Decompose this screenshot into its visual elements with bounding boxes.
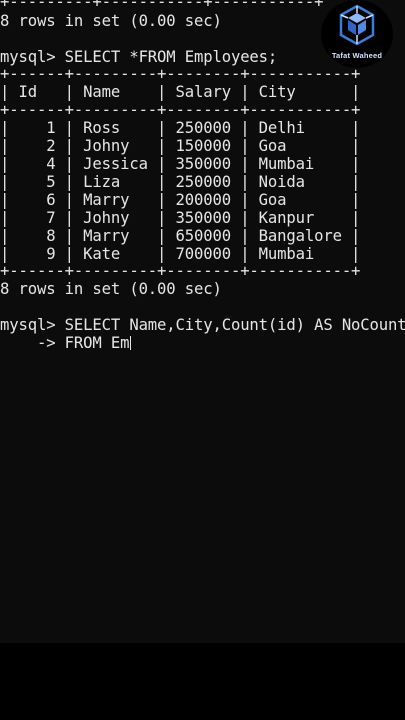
query1-line: mysql> SELECT *FROM Employees; [0, 48, 278, 66]
table-header-row: | Id | Name | Salary | City | [0, 83, 361, 101]
table-row: | 8 | Marry | 650000 | Bangalore | [0, 227, 361, 245]
table-row: | 4 | Jessica | 350000 | Mumbai | [0, 155, 361, 173]
table-border-bottom: +------+---------+--------+-----------+ [0, 262, 361, 280]
table-row: | 9 | Kate | 700000 | Mumbai | [0, 245, 361, 263]
table-border-top: +------+---------+--------+-----------+ [0, 65, 361, 83]
top-border-fragment: +---------+-----------+-----------+ [0, 0, 324, 11]
watermark-text: Tafat Waheed [331, 51, 383, 60]
cube-logo-icon [339, 4, 375, 46]
watermark-logo: Tafat Waheed [321, 0, 393, 68]
terminal-window[interactable]: +---------+-----------+-----------+ 8 ro… [0, 0, 405, 643]
bottom-black-band [0, 643, 405, 720]
table-row: | 6 | Marry | 200000 | Goa | [0, 191, 361, 209]
table-row: | 1 | Ross | 250000 | Delhi | [0, 119, 361, 137]
text-cursor [130, 336, 132, 350]
query2-line2[interactable]: -> FROM Em [0, 334, 132, 352]
table-border-header: +------+---------+--------+-----------+ [0, 101, 361, 119]
table-row: | 5 | Liza | 250000 | Noida | [0, 173, 361, 191]
query2-line2-text: -> FROM Em [0, 334, 130, 352]
result-summary-line: 8 rows in set (0.00 sec) [0, 280, 222, 298]
table-row: | 7 | Johny | 350000 | Kanpur | [0, 209, 361, 227]
query2-line1: mysql> SELECT Name,City,Count(id) AS NoC… [0, 316, 405, 334]
previous-result-line: 8 rows in set (0.00 sec) [0, 12, 222, 30]
table-row: | 2 | Johny | 150000 | Goa | [0, 137, 361, 155]
